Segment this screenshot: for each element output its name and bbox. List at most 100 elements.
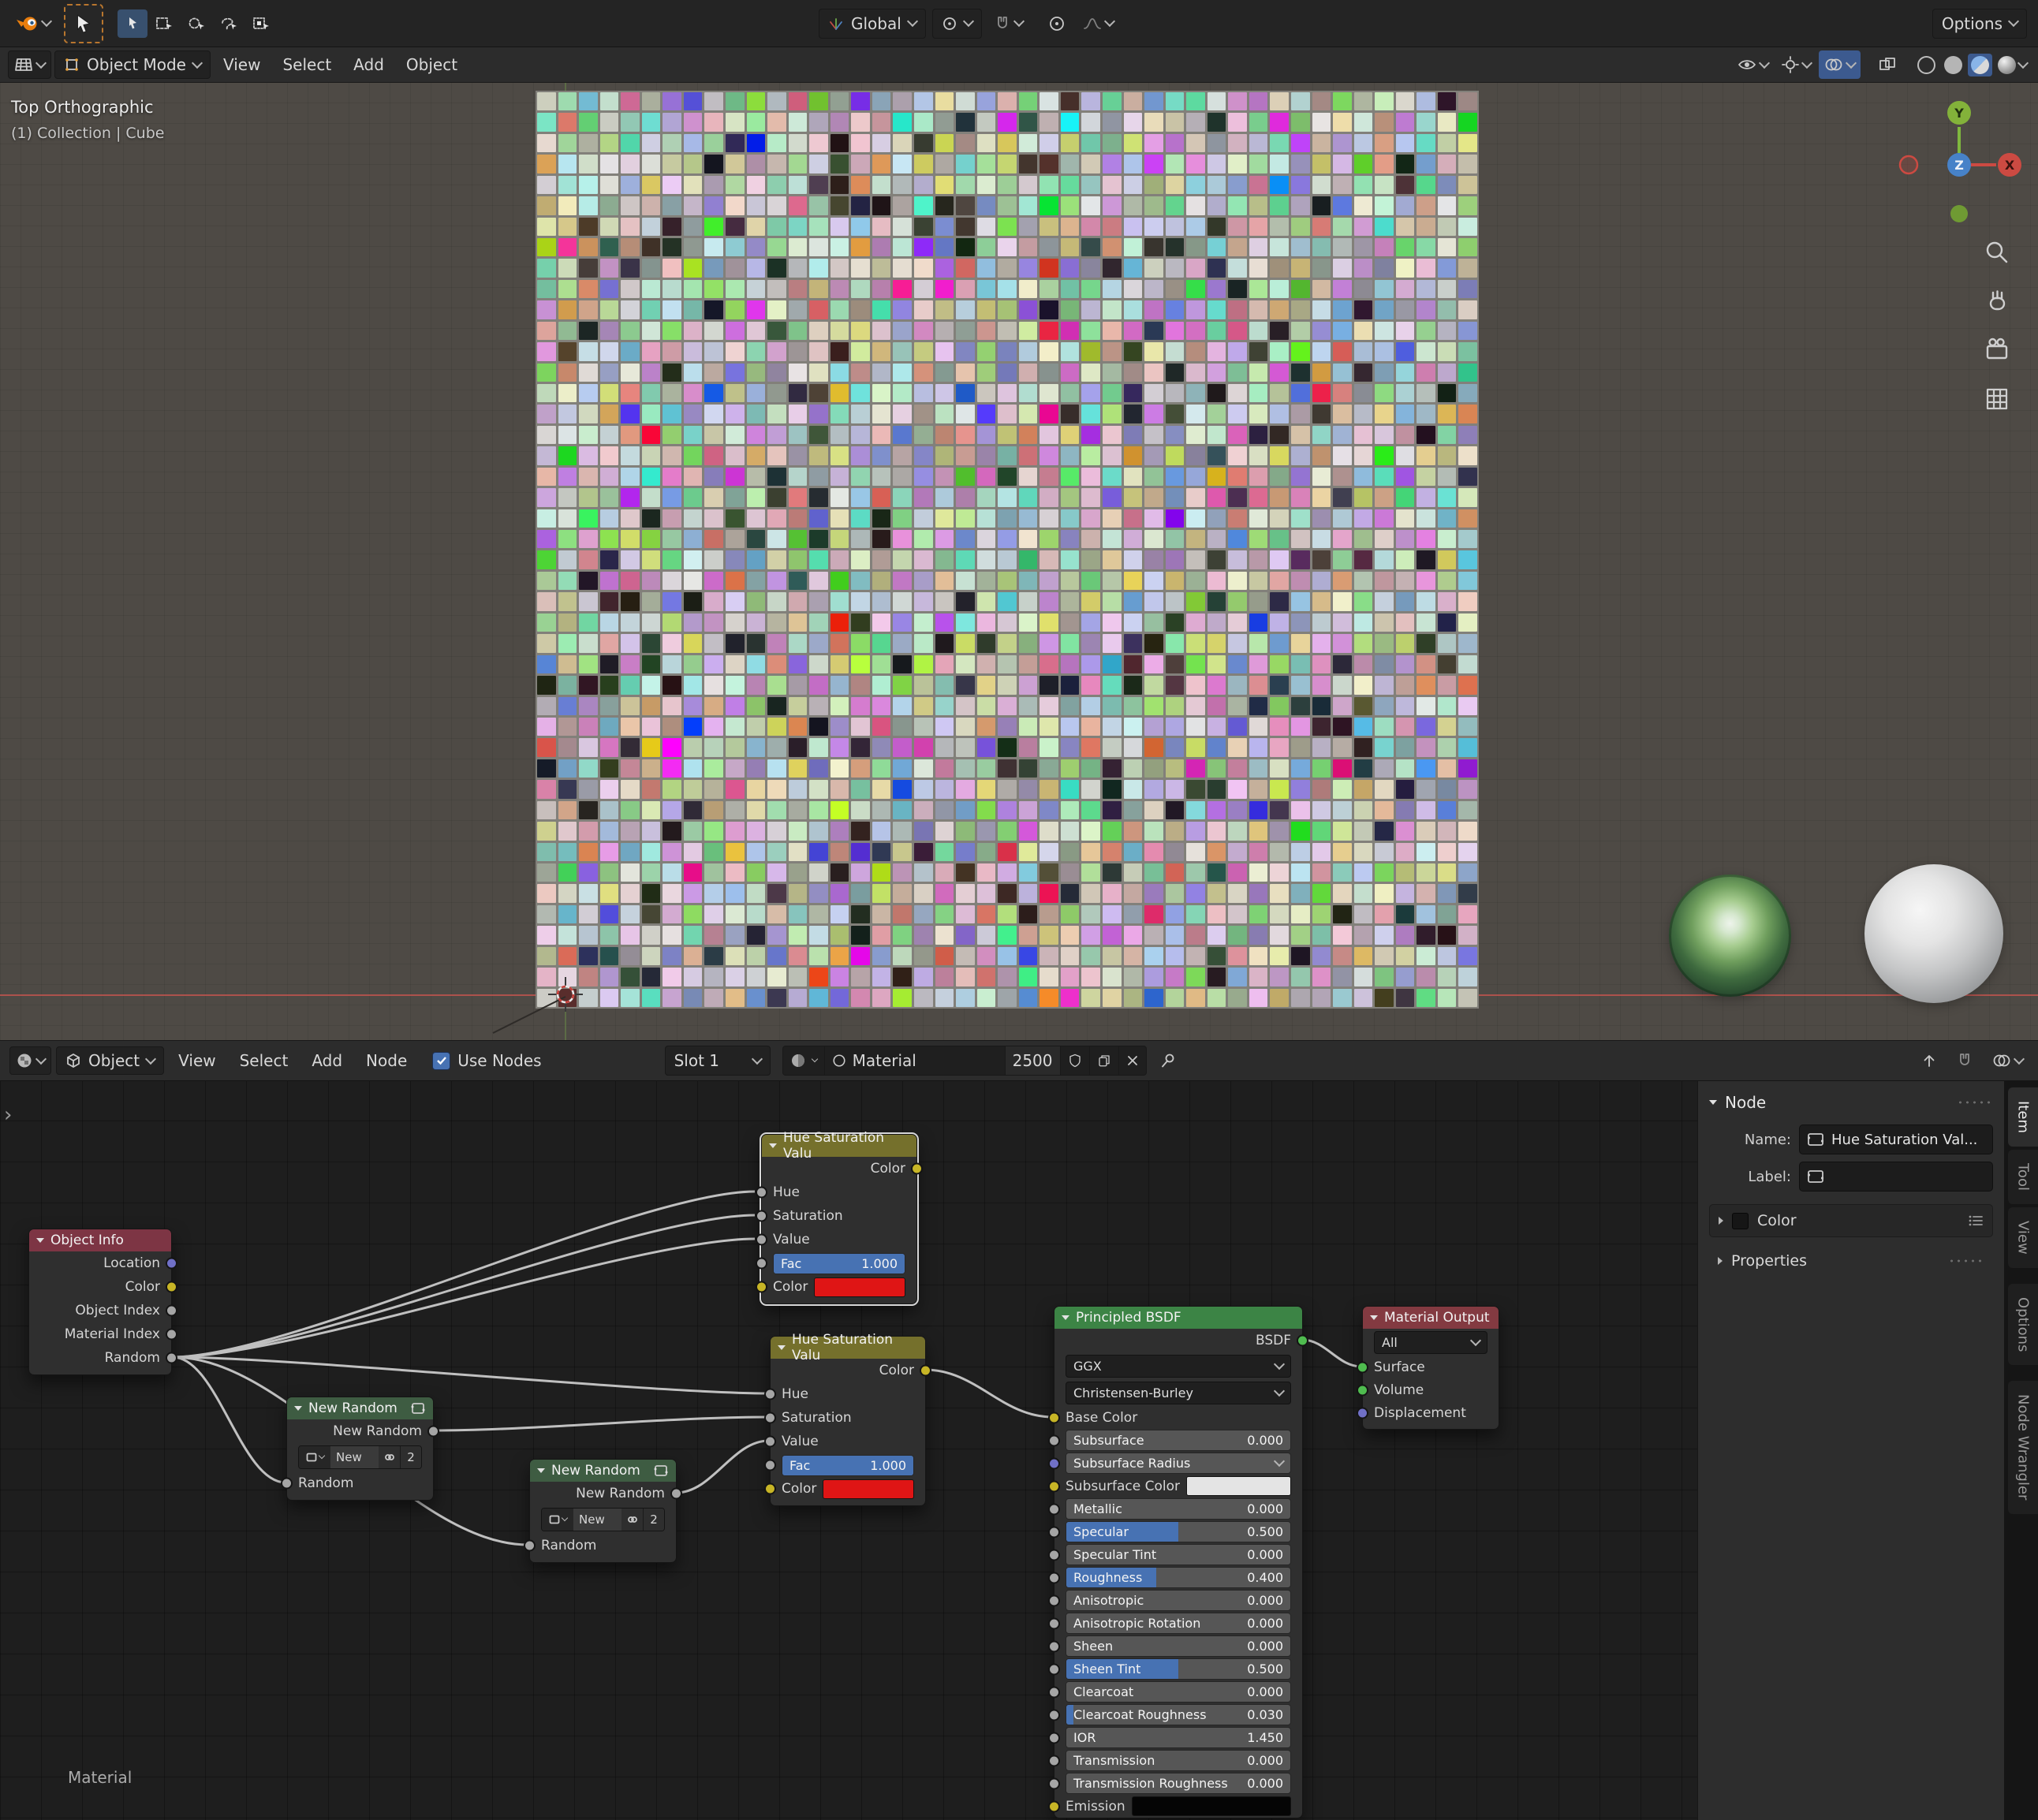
socket-subsurface-input[interactable]	[1048, 1434, 1060, 1446]
cube[interactable]	[1375, 426, 1394, 444]
cube[interactable]	[1438, 655, 1457, 673]
cube[interactable]	[935, 926, 954, 944]
cube[interactable]	[1270, 218, 1289, 236]
cube[interactable]	[684, 572, 703, 590]
cube[interactable]	[747, 280, 766, 298]
cube[interactable]	[914, 530, 933, 548]
cube[interactable]	[1270, 780, 1289, 798]
cube[interactable]	[977, 322, 996, 340]
node-new-random-1[interactable]: New Random New Random New 2 Random	[286, 1397, 434, 1501]
cube[interactable]	[1019, 176, 1038, 194]
active-tool-button[interactable]	[64, 4, 103, 43]
cube[interactable]	[998, 468, 1017, 486]
shading-rendered-button[interactable]	[1995, 54, 2030, 76]
cube[interactable]	[914, 947, 933, 965]
cube[interactable]	[1040, 572, 1058, 590]
cube[interactable]	[1438, 238, 1457, 256]
cube[interactable]	[1019, 364, 1038, 382]
cube[interactable]	[1103, 280, 1122, 298]
cube[interactable]	[1312, 697, 1331, 715]
cube[interactable]	[1144, 92, 1163, 110]
cube[interactable]	[1061, 196, 1080, 214]
cube[interactable]	[704, 572, 723, 590]
cube[interactable]	[1186, 780, 1205, 798]
cube[interactable]	[914, 238, 933, 256]
cube[interactable]	[789, 509, 808, 528]
cube[interactable]	[893, 176, 912, 194]
cube[interactable]	[1417, 843, 1435, 861]
cube[interactable]	[809, 801, 828, 819]
cube[interactable]	[642, 364, 661, 382]
cube[interactable]	[747, 572, 766, 590]
cube[interactable]	[1124, 196, 1143, 214]
cube[interactable]	[1270, 530, 1289, 548]
cube[interactable]	[663, 759, 681, 778]
cube[interactable]	[663, 196, 681, 214]
cube[interactable]	[1375, 509, 1394, 528]
cube[interactable]	[1228, 676, 1247, 694]
cube[interactable]	[1249, 592, 1268, 610]
cube[interactable]	[1333, 176, 1352, 194]
cube[interactable]	[1166, 655, 1185, 673]
cube[interactable]	[1438, 843, 1457, 861]
cube[interactable]	[1207, 280, 1226, 298]
socket-saturation-input[interactable]	[764, 1412, 776, 1424]
cube[interactable]	[1270, 196, 1289, 214]
cube[interactable]	[1312, 676, 1331, 694]
cube[interactable]	[558, 426, 577, 444]
cube[interactable]	[747, 759, 766, 778]
cube[interactable]	[789, 801, 808, 819]
cube[interactable]	[684, 718, 703, 736]
cube[interactable]	[935, 488, 954, 506]
cube[interactable]	[956, 426, 975, 444]
cube[interactable]	[872, 614, 891, 632]
cube[interactable]	[935, 989, 954, 1007]
cube[interactable]	[1458, 926, 1477, 944]
cube[interactable]	[1228, 655, 1247, 673]
cube[interactable]	[851, 509, 870, 528]
cube[interactable]	[872, 989, 891, 1007]
cube[interactable]	[1417, 572, 1435, 590]
cube[interactable]	[1207, 426, 1226, 444]
cube[interactable]	[1417, 196, 1435, 214]
cube[interactable]	[1186, 384, 1205, 402]
cube[interactable]	[1438, 426, 1457, 444]
cube[interactable]	[726, 863, 745, 882]
cube[interactable]	[1375, 863, 1394, 882]
cube[interactable]	[1103, 968, 1122, 986]
cube[interactable]	[851, 801, 870, 819]
cube[interactable]	[1417, 218, 1435, 236]
cube[interactable]	[1270, 989, 1289, 1007]
socket-material-index-output[interactable]	[166, 1329, 177, 1341]
cube[interactable]	[767, 446, 786, 464]
cube[interactable]	[537, 196, 556, 214]
cube[interactable]	[1312, 780, 1331, 798]
cube[interactable]	[621, 384, 640, 402]
cube[interactable]	[1249, 113, 1268, 131]
cube[interactable]	[956, 196, 975, 214]
cube[interactable]	[1186, 926, 1205, 944]
cube[interactable]	[1166, 614, 1185, 632]
cube[interactable]	[1019, 947, 1038, 965]
cube[interactable]	[704, 364, 723, 382]
cube[interactable]	[1354, 218, 1373, 236]
cube[interactable]	[1144, 322, 1163, 340]
cube[interactable]	[1438, 92, 1457, 110]
cube[interactable]	[1040, 947, 1058, 965]
cube[interactable]	[809, 550, 828, 569]
cube[interactable]	[1438, 300, 1457, 319]
cube[interactable]	[1249, 92, 1268, 110]
cube[interactable]	[872, 697, 891, 715]
cube[interactable]	[851, 614, 870, 632]
cube[interactable]	[1333, 863, 1352, 882]
socket-color-input[interactable]	[764, 1483, 776, 1495]
cube[interactable]	[1166, 300, 1185, 319]
cube[interactable]	[1103, 822, 1122, 840]
cube[interactable]	[642, 697, 661, 715]
cube[interactable]	[1270, 155, 1289, 173]
cube[interactable]	[1081, 738, 1100, 756]
cube[interactable]	[809, 259, 828, 277]
cube[interactable]	[977, 759, 996, 778]
cube[interactable]	[621, 780, 640, 798]
cube[interactable]	[831, 196, 849, 214]
